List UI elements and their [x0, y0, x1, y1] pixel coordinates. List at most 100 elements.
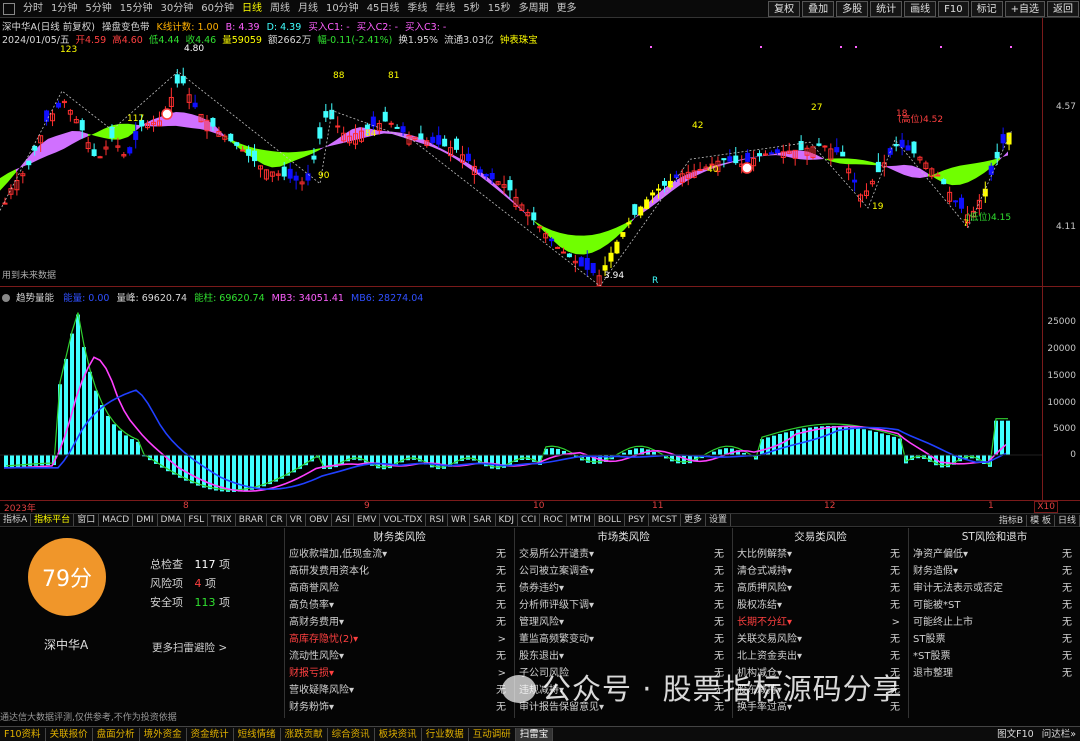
risk-row[interactable]: 流动性风险▾ 无: [285, 648, 514, 665]
risk-row[interactable]: *ST股票 无: [909, 648, 1080, 665]
info-tab[interactable]: 短线情绪: [234, 727, 281, 741]
period-tab[interactable]: 30分钟: [156, 0, 197, 18]
toolbar-button[interactable]: 标记: [970, 1, 1003, 17]
info-tab[interactable]: 行业数据: [422, 727, 469, 741]
risk-row[interactable]: 债券违约▾ 无: [515, 580, 732, 597]
indicator-tab[interactable]: DMA: [158, 514, 186, 526]
risk-row[interactable]: 可能被*ST 无: [909, 597, 1080, 614]
indicator-tab[interactable]: BRAR: [236, 514, 268, 526]
frame-toggle-icon[interactable]: [3, 2, 15, 15]
risk-row[interactable]: 北上资金卖出▾ 无: [733, 648, 908, 665]
period-tab[interactable]: 多周期: [515, 0, 553, 18]
bottom-link[interactable]: 图文F10: [997, 727, 1034, 741]
toolbar-button[interactable]: 返回: [1047, 1, 1079, 17]
risk-row[interactable]: 净资产偏低▾ 无: [909, 546, 1080, 563]
indicator-tab[interactable]: PSY: [625, 514, 649, 526]
period-tab[interactable]: 周线: [266, 0, 294, 18]
indicator-tab[interactable]: OBV: [306, 514, 333, 526]
toolbar-button[interactable]: 复权: [768, 1, 801, 17]
info-tab[interactable]: 资金统计: [187, 727, 234, 741]
risk-row[interactable]: 分析师评级下调▾ 无: [515, 597, 732, 614]
risk-row[interactable]: 营收疑降风险▾ 无: [285, 682, 514, 699]
info-tab[interactable]: 境外资金: [140, 727, 187, 741]
toolbar-button[interactable]: 多股: [836, 1, 869, 17]
info-tab[interactable]: 盘面分析: [93, 727, 140, 741]
risk-row[interactable]: 高财务费用▾ 无: [285, 614, 514, 631]
risk-row[interactable]: 退市整理 无: [909, 665, 1080, 682]
indicator-tab[interactable]: RSI: [426, 514, 449, 526]
indicator-tab[interactable]: 指标平台: [31, 514, 75, 526]
period-tab[interactable]: 45日线: [363, 0, 404, 18]
period-tab[interactable]: 5秒: [459, 0, 483, 18]
indicator-tab[interactable]: WR: [448, 514, 471, 526]
more-scan-link[interactable]: 更多扫雷避险 >: [152, 640, 227, 655]
indicator-tab[interactable]: MTM: [567, 514, 595, 526]
indicator-right-tab[interactable]: 指标B: [996, 515, 1028, 527]
risk-row[interactable]: 关联交易风险▾ 无: [733, 631, 908, 648]
toolbar-button[interactable]: +自选: [1004, 1, 1045, 17]
indicator-tab[interactable]: MCST: [649, 514, 681, 526]
indicator-tab[interactable]: ROC: [540, 514, 567, 526]
risk-row[interactable]: 长期不分红▾ >: [733, 614, 908, 631]
indicator-tab[interactable]: FSL: [185, 514, 209, 526]
indicator-tab[interactable]: KDJ: [496, 514, 518, 526]
risk-row[interactable]: 高商誉风险 无: [285, 580, 514, 597]
period-tab[interactable]: 月线: [294, 0, 322, 18]
indicator-tab[interactable]: ASI: [332, 514, 354, 526]
period-tab[interactable]: 1分钟: [47, 0, 81, 18]
risk-row[interactable]: 股东退出▾ 无: [515, 648, 732, 665]
volume-energy-chart[interactable]: [0, 287, 1042, 500]
candlestick-chart[interactable]: 12311790888481424027181974.803.94(高位)4.5…: [0, 18, 1042, 286]
indicator-right-tab[interactable]: 模 板: [1027, 515, 1055, 527]
risk-row[interactable]: 高库存隐忧(2)▾ >: [285, 631, 514, 648]
indicator-tab[interactable]: VR: [287, 514, 307, 526]
risk-row[interactable]: 财务造假▾ 无: [909, 563, 1080, 580]
risk-row[interactable]: 高研发费用资本化 无: [285, 563, 514, 580]
indicator-tab[interactable]: CR: [267, 514, 287, 526]
indicator-tab[interactable]: 设置: [706, 514, 731, 526]
indicator-tab[interactable]: MACD: [99, 514, 134, 526]
risk-row[interactable]: 应收款增加,低现金流▾ 无: [285, 546, 514, 563]
info-tab[interactable]: 综合资讯: [328, 727, 375, 741]
period-tab[interactable]: 15分钟: [116, 0, 157, 18]
indicator-tab[interactable]: CCI: [518, 514, 541, 526]
period-tab[interactable]: 年线: [431, 0, 459, 18]
indicator-tab[interactable]: 指标A: [0, 514, 32, 526]
indicator-tab[interactable]: TRIX: [208, 514, 236, 526]
info-tab[interactable]: 涨跌贡献: [281, 727, 328, 741]
period-tab[interactable]: 分时: [19, 0, 47, 18]
risk-row[interactable]: 交易所公开谴责▾ 无: [515, 546, 732, 563]
period-tab[interactable]: 日线: [238, 0, 266, 18]
risk-row[interactable]: 高负债率▾ 无: [285, 597, 514, 614]
indicator-tab[interactable]: EMV: [354, 514, 381, 526]
bottom-link[interactable]: 问达栏»: [1042, 727, 1076, 741]
indicator-tab[interactable]: BOLL: [595, 514, 626, 526]
indicator-tab[interactable]: VOL-TDX: [380, 514, 427, 526]
info-tab[interactable]: 扫雷宝: [515, 727, 554, 741]
indicator-tab[interactable]: DMI: [133, 514, 158, 526]
indicator-tab[interactable]: 更多: [681, 514, 706, 526]
risk-row[interactable]: 清仓式减持▾ 无: [733, 563, 908, 580]
risk-row[interactable]: 股权冻结▾ 无: [733, 597, 908, 614]
risk-row[interactable]: 董监高频繁变动▾ 无: [515, 631, 732, 648]
risk-row[interactable]: 可能终止上市 无: [909, 614, 1080, 631]
info-tab[interactable]: 关联报价: [46, 727, 93, 741]
indicator-settings-icon[interactable]: [2, 294, 10, 302]
info-tab[interactable]: 互动调研: [469, 727, 516, 741]
risk-row[interactable]: 财务粉饰▾ 无: [285, 699, 514, 716]
risk-row[interactable]: 大比例解禁▾ 无: [733, 546, 908, 563]
toolbar-button[interactable]: 统计: [870, 1, 903, 17]
indicator-tab[interactable]: 窗口: [74, 514, 100, 526]
period-tab[interactable]: 15秒: [484, 0, 515, 18]
risk-row[interactable]: ST股票 无: [909, 631, 1080, 648]
info-tab[interactable]: 板块资讯: [375, 727, 422, 741]
vol-indicator-name[interactable]: 趋势量能: [16, 293, 54, 304]
risk-row[interactable]: 公司被立案调查▾ 无: [515, 563, 732, 580]
risk-row[interactable]: 财报亏损▾ >: [285, 665, 514, 682]
indicator-right-tab[interactable]: 日线: [1055, 515, 1080, 527]
period-tab[interactable]: 60分钟: [197, 0, 238, 18]
zoom-x10-button[interactable]: X10: [1034, 501, 1058, 513]
toolbar-button[interactable]: 画线: [904, 1, 937, 17]
period-tab[interactable]: 更多: [553, 0, 581, 18]
period-tab[interactable]: 季线: [403, 0, 431, 18]
